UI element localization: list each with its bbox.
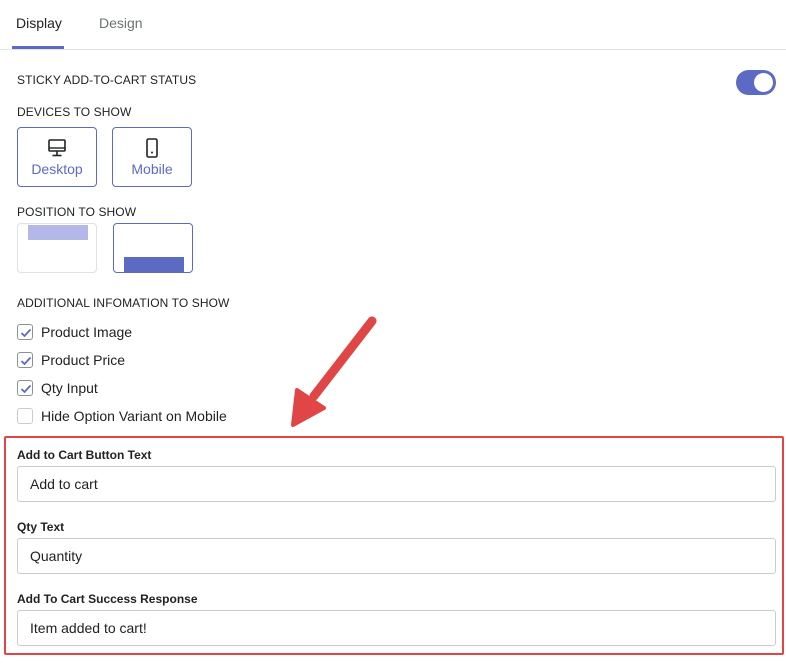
check-icon — [20, 384, 32, 394]
device-desktop-label: Desktop — [31, 161, 83, 177]
tab-bar: Display Design — [0, 0, 786, 50]
checkbox[interactable] — [17, 408, 33, 424]
add-to-cart-text-label: Add to Cart Button Text — [17, 448, 152, 462]
position-top-preview — [28, 225, 88, 240]
device-mobile-button[interactable]: Mobile — [112, 127, 192, 187]
check-icon — [20, 328, 32, 338]
position-top-button[interactable] — [17, 223, 97, 273]
device-mobile-label: Mobile — [131, 161, 173, 177]
checkbox[interactable] — [17, 324, 33, 340]
checkbox-label: Product Image — [41, 324, 133, 340]
toggle-knob — [754, 73, 773, 92]
position-bottom-preview — [124, 257, 184, 272]
position-label: POSITION TO SHOW — [17, 205, 137, 219]
active-tab-indicator — [12, 46, 64, 49]
desktop-icon — [48, 139, 66, 157]
additional-info-label: ADDITIONAL INFOMATION TO SHOW — [17, 296, 230, 310]
checkbox-label: Qty Input — [41, 380, 98, 396]
tab-display[interactable]: Display — [16, 15, 62, 31]
qty-text-input[interactable] — [17, 538, 776, 574]
devices-label: DEVICES TO SHOW — [17, 105, 132, 119]
qty-text-label: Qty Text — [17, 520, 65, 534]
checkbox[interactable] — [17, 352, 33, 368]
position-bottom-button[interactable] — [113, 223, 193, 273]
device-desktop-button[interactable]: Desktop — [17, 127, 97, 187]
status-label: STICKY ADD-TO-CART STATUS — [17, 73, 197, 87]
checkbox[interactable] — [17, 380, 33, 396]
success-response-label: Add To Cart Success Response — [17, 592, 198, 606]
tab-design[interactable]: Design — [99, 15, 143, 31]
checkbox-label: Product Price — [41, 352, 126, 368]
mobile-icon — [146, 138, 158, 158]
status-toggle[interactable] — [736, 70, 776, 95]
checkbox-label: Hide Option Variant on Mobile — [41, 408, 227, 424]
success-response-input[interactable] — [17, 610, 776, 646]
add-to-cart-text-input[interactable] — [17, 466, 776, 502]
check-icon — [20, 356, 32, 366]
